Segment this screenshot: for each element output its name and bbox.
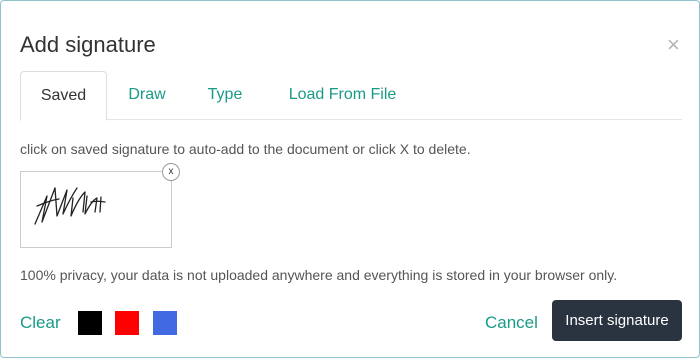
tab-load-from-file[interactable]: Load From File [275,71,410,120]
saved-signature[interactable] [20,171,172,248]
signature-drawing [34,187,106,225]
add-signature-dialog: Add signature × Saved Draw Type Load Fro… [0,0,700,358]
dialog-title: Add signature [20,32,156,57]
cancel-button[interactable]: Cancel [485,312,538,334]
privacy-notice: 100% privacy, your data is not uploaded … [20,267,618,283]
tab-saved[interactable]: Saved [20,71,107,121]
saved-signature-hint: click on saved signature to auto-add to … [20,141,471,157]
tab-type[interactable]: Type [197,71,253,120]
close-icon[interactable]: × [667,34,680,56]
tab-bar: Saved Draw Type Load From File [20,71,682,121]
delete-signature-button[interactable]: x [162,163,180,181]
color-swatch-red[interactable] [115,311,139,335]
color-swatch-blue[interactable] [153,311,177,335]
color-swatch-black[interactable] [78,311,102,335]
tab-draw[interactable]: Draw [116,71,178,120]
clear-button[interactable]: Clear [20,312,61,334]
insert-signature-button[interactable]: Insert signature [552,300,682,341]
